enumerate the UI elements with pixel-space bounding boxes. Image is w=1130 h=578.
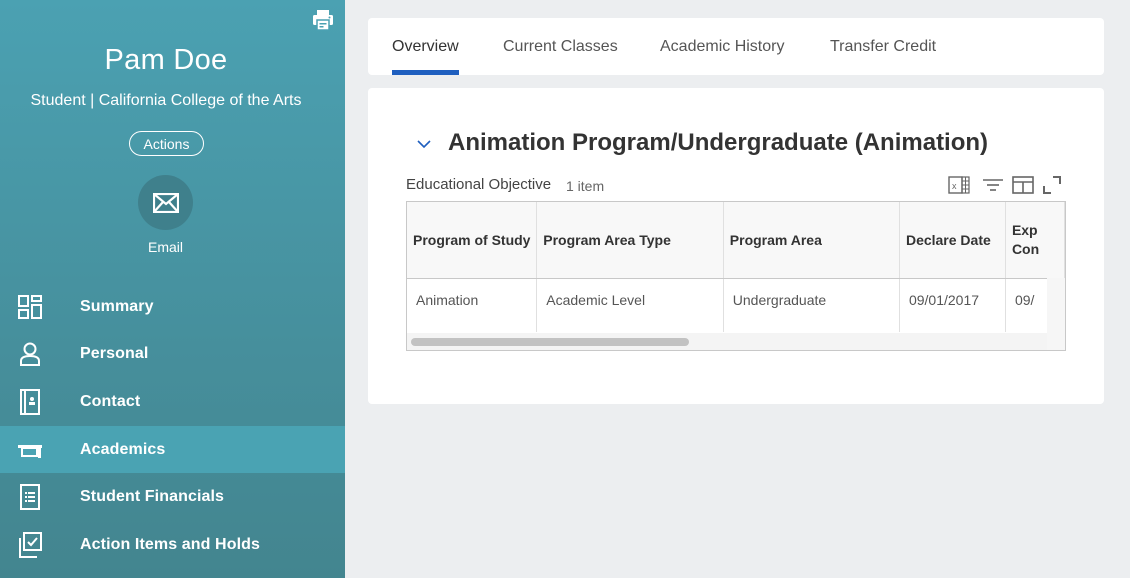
list-document-icon xyxy=(20,484,40,511)
actions-button[interactable]: Actions xyxy=(129,131,204,156)
dashboard-icon xyxy=(18,294,42,319)
item-count: 1 item xyxy=(566,178,605,194)
column-header[interactable]: Exp Con xyxy=(1005,202,1065,279)
columns-icon[interactable] xyxy=(1012,175,1034,195)
table-cell: Academic Level xyxy=(536,278,724,332)
horizontal-scrollbar-thumb[interactable] xyxy=(411,338,689,346)
sidebar-item-action-items-and-holds[interactable]: Action Items and Holds xyxy=(0,521,345,569)
sidebar-item-label: Academics xyxy=(80,440,166,458)
tab-bar: Overview Current Classes Academic Histor… xyxy=(368,18,1104,75)
table-row: Animation Academic Level Undergraduate 0… xyxy=(407,278,1065,332)
sidebar-item-label: Student Financials xyxy=(80,488,225,506)
svg-text:x: x xyxy=(952,181,957,191)
educational-objective-table: Program of Study Program Area Type Progr… xyxy=(406,201,1066,351)
table-cell: 09/01/2017 xyxy=(899,278,1006,332)
graduation-cap-icon xyxy=(18,444,42,458)
sidebar-item-label: Summary xyxy=(80,297,154,315)
table-header-row: Program of Study Program Area Type Progr… xyxy=(407,202,1065,279)
sidebar-item-summary[interactable]: Summary xyxy=(0,283,345,331)
envelope-icon xyxy=(152,192,179,213)
table-label: Educational Objective xyxy=(406,176,552,193)
chevron-down-icon[interactable] xyxy=(416,136,432,152)
column-header[interactable]: Declare Date xyxy=(899,202,1006,279)
column-header[interactable]: Program Area Type xyxy=(536,202,724,279)
tab-current-classes[interactable]: Current Classes xyxy=(503,18,618,75)
sidebar-item-label: Action Items and Holds xyxy=(80,535,260,553)
sidebar-item-contact[interactable]: Contact xyxy=(0,378,345,426)
sidebar-item-student-financials[interactable]: Student Financials xyxy=(0,473,345,521)
filter-icon[interactable] xyxy=(982,175,1004,195)
profile-subtitle: Student | California College of the Arts xyxy=(30,92,302,109)
contact-book-icon xyxy=(20,388,40,415)
sidebar-item-academics[interactable]: Academics xyxy=(0,425,345,474)
sidebar-item-label: Personal xyxy=(80,345,149,363)
person-icon xyxy=(20,342,40,367)
section-title: Animation Program/Undergraduate (Animati… xyxy=(448,129,989,156)
email-button[interactable] xyxy=(138,175,193,230)
sidebar-nav: Summary Personal Contact Academics Stude… xyxy=(0,283,345,569)
data-table: Program of Study Program Area Type Progr… xyxy=(407,202,1065,332)
tab-academic-history[interactable]: Academic History xyxy=(660,18,784,75)
column-header[interactable]: Program Area xyxy=(723,202,900,279)
tab-transfer-credit[interactable]: Transfer Credit xyxy=(830,18,936,75)
tab-overview[interactable]: Overview xyxy=(392,18,459,75)
table-cell: Animation xyxy=(407,278,538,332)
profile-name: Pam Doe xyxy=(104,44,228,76)
sidebar: Pam Doe Student | California College of … xyxy=(0,0,345,578)
sidebar-item-label: Contact xyxy=(80,392,141,410)
sidebar-item-personal[interactable]: Personal xyxy=(0,331,345,379)
program-card: Animation Program/Undergraduate (Animati… xyxy=(368,88,1104,404)
printer-icon xyxy=(313,10,333,31)
column-header[interactable]: Program of Study xyxy=(407,202,538,279)
print-button[interactable] xyxy=(311,8,335,32)
email-label: Email xyxy=(147,239,183,255)
checkbox-stack-icon xyxy=(19,531,42,558)
table-scroll-edge xyxy=(1047,278,1065,350)
fullscreen-icon[interactable] xyxy=(1041,175,1063,195)
excel-export-icon[interactable]: x xyxy=(948,175,970,195)
table-cell: Undergraduate xyxy=(723,278,900,332)
